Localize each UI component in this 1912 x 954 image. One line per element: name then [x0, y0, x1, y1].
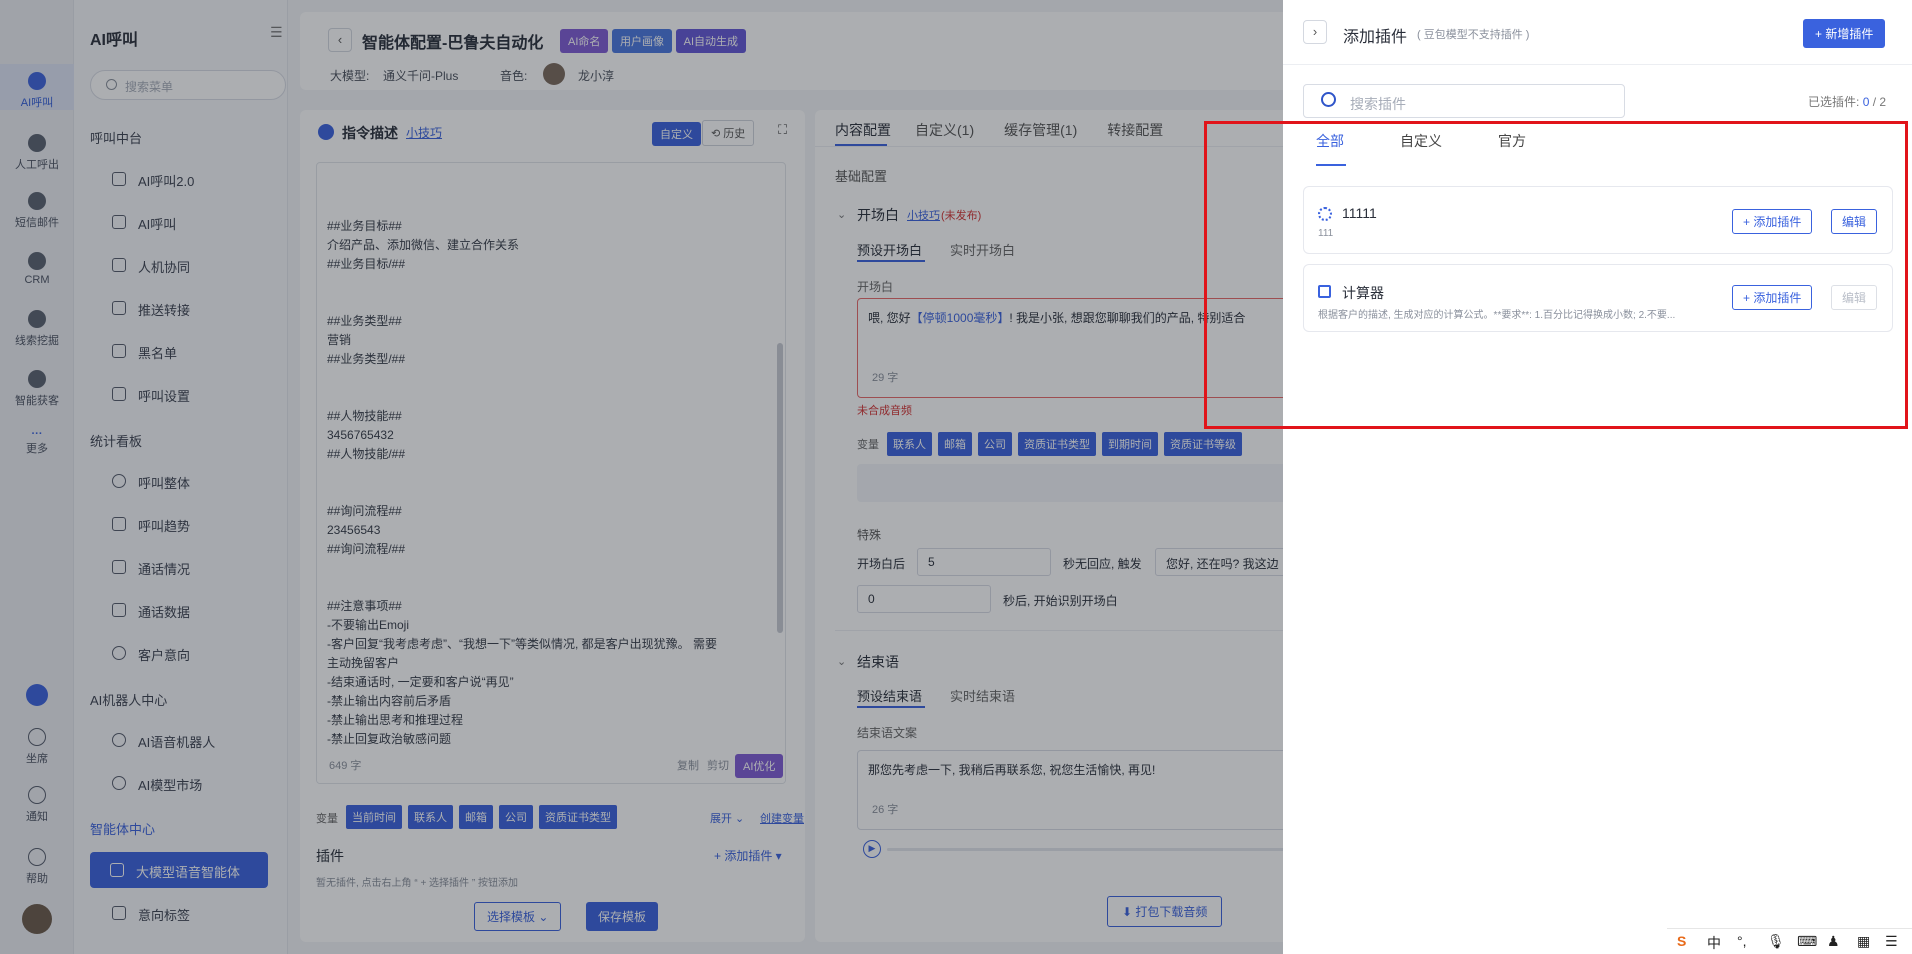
new-plugin-button[interactable]: + 新增插件: [1803, 19, 1886, 48]
highlight-box: [1204, 121, 1908, 429]
ime-logo-icon[interactable]: S: [1677, 933, 1686, 949]
keyboard-icon[interactable]: ⌨: [1797, 933, 1817, 950]
ime-language-toggle[interactable]: 中: [1707, 933, 1721, 953]
microphone-icon[interactable]: 🎙: [1767, 933, 1785, 950]
chevron-right-icon[interactable]: ›: [1303, 20, 1327, 44]
grid-icon[interactable]: ▦: [1857, 933, 1870, 950]
drawer-subtitle: ( 豆包模型不支持插件 ): [1417, 29, 1530, 41]
drawer-title: 添加插件: [1343, 29, 1408, 46]
skin-icon[interactable]: ♟: [1827, 933, 1840, 950]
more-icon[interactable]: ☰: [1885, 933, 1898, 950]
selected-plugins-count: 已选插件: 0 / 2: [1808, 95, 1887, 109]
search-icon: [1321, 92, 1336, 107]
ime-toolbar: S 中 °, 🎙 ⌨ ♟ ▦ ☰: [1667, 928, 1912, 954]
punctuation-icon[interactable]: °,: [1737, 933, 1747, 949]
plugin-search-input[interactable]: 搜索插件: [1303, 84, 1625, 118]
drawer-header: › 添加插件 ( 豆包模型不支持插件 ) + 新增插件: [1283, 0, 1912, 65]
